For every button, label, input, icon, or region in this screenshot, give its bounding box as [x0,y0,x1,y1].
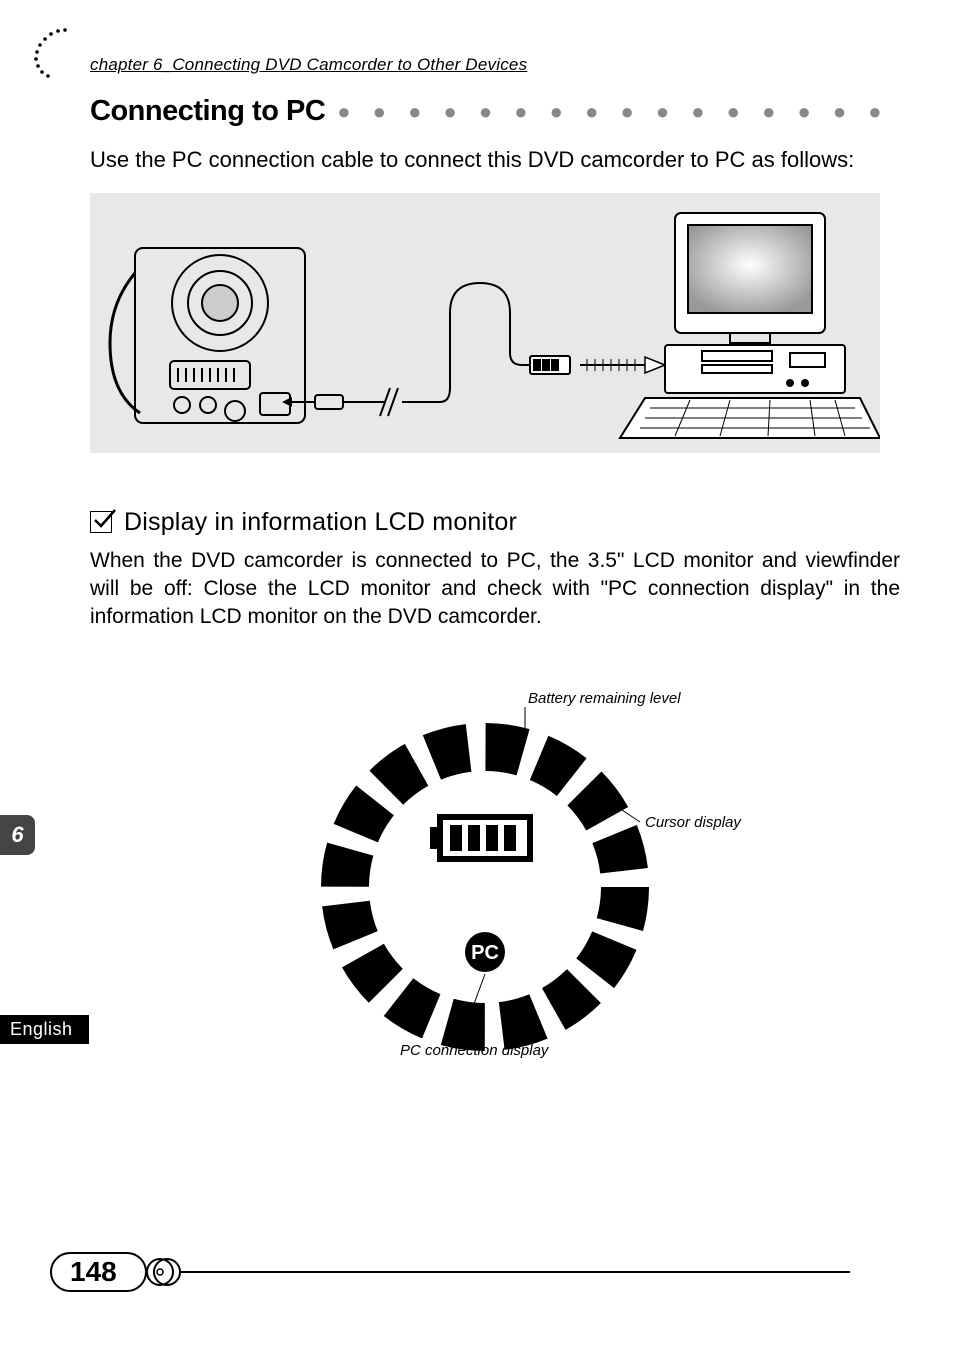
disc-icon [145,1257,185,1287]
chapter-tab: 6 [0,815,35,855]
title-row: Connecting to PC ● ● ● ● ● ● ● ● ● ● ● ●… [90,95,894,128]
corner-decoration-icon [20,25,80,85]
footer-rule [181,1271,850,1273]
lcd-diagram: PC Battery remaining level Cursor displa… [290,692,810,1092]
body-text: When the DVD camcorder is connected to P… [90,547,900,632]
checkmark-icon [90,511,112,533]
connection-diagram [90,193,880,453]
page-title: Connecting to PC [90,95,325,128]
subheading-row: Display in information LCD monitor [90,508,894,537]
pc-connection-label: PC connection display [400,1042,548,1059]
pc-badge-text: PC [471,942,499,964]
dot-leader: ● ● ● ● ● ● ● ● ● ● ● ● ● ● ● ● ● ● ● ● … [337,99,894,125]
page-number: 148 [50,1252,147,1292]
battery-label: Battery remaining level [528,690,681,707]
language-tab: English [0,1015,89,1044]
cursor-label: Cursor display [645,814,741,831]
intro-text: Use the PC connection cable to connect t… [90,146,894,175]
subheading: Display in information LCD monitor [124,508,517,537]
chapter-header: chapter 6_Connecting DVD Camcorder to Ot… [90,55,894,75]
page-footer: 148 [50,1252,850,1292]
manual-page: chapter 6_Connecting DVD Camcorder to Ot… [0,0,954,1352]
